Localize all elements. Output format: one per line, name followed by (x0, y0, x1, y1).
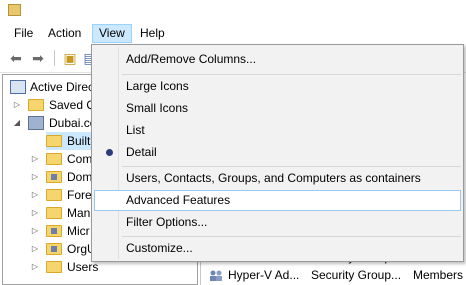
chevron-right-icon[interactable]: ▷ (30, 204, 40, 222)
chevron-right-icon[interactable]: ▷ (30, 186, 40, 204)
menu-item-label: Filter Options... (126, 215, 208, 229)
security-group-icon (210, 270, 222, 281)
menu-item-label: Small Icons (126, 101, 189, 115)
tree-item-label: Dom (67, 170, 93, 184)
tree-item-label: Built (67, 134, 91, 148)
menu-item-label: List (126, 123, 145, 137)
menu-item-label: Customize... (126, 241, 193, 255)
menu-item-label: Advanced Features (126, 193, 231, 207)
app-icon (8, 4, 21, 16)
chevron-down-icon[interactable]: ◢ (12, 114, 22, 132)
list-item[interactable]: Hyper-V Ad... Security Group... Members … (201, 266, 466, 285)
up-folder-icon[interactable]: ▣ (60, 48, 80, 68)
menu-item-filter-options[interactable]: Filter Options... (94, 212, 461, 233)
list-cell-description: Members of (413, 268, 466, 282)
menu-item-users-as-containers[interactable]: Users, Contacts, Groups, and Computers a… (94, 168, 461, 189)
view-menu-dropdown: Add/Remove Columns... Large Icons Small … (91, 44, 464, 262)
list-cell-type: Security Group... (311, 268, 402, 282)
folder-icon (46, 153, 62, 165)
ou-folder-icon (46, 243, 62, 255)
chevron-right-icon[interactable]: ▷ (30, 222, 40, 240)
menu-item-large-icons[interactable]: Large Icons (94, 76, 461, 97)
folder-icon (46, 189, 62, 201)
menu-item-list[interactable]: List (94, 120, 461, 141)
tree-item-label: Fore (67, 188, 92, 202)
title-bar (0, 0, 466, 22)
folder-icon (46, 261, 62, 273)
menu-item-customize[interactable]: Customize... (94, 238, 461, 259)
chevron-right-icon[interactable]: ▷ (30, 168, 40, 186)
menu-separator (122, 74, 461, 75)
menu-item-label: Add/Remove Columns... (126, 52, 257, 66)
chevron-right-icon[interactable]: ▷ (30, 240, 40, 258)
chevron-right-icon[interactable]: ▷ (30, 150, 40, 168)
forward-arrow-icon[interactable]: ➡ (28, 48, 48, 68)
menu-help[interactable]: Help (134, 24, 171, 43)
menu-view[interactable]: View (92, 24, 132, 43)
menu-file[interactable]: File (8, 24, 39, 43)
list-cell-name: Hyper-V Ad... (228, 268, 300, 282)
menu-separator (122, 236, 461, 237)
toolbar-separator (54, 50, 55, 66)
chevron-right-icon[interactable]: ▷ (12, 96, 22, 114)
tree-item-label: Com (67, 152, 93, 166)
tree-item-label: Man (67, 206, 91, 220)
ou-folder-icon (46, 225, 62, 237)
menu-separator (122, 166, 461, 167)
folder-icon (46, 135, 62, 147)
tree-item-label: Dubai.co (49, 116, 97, 130)
menu-item-label: Users, Contacts, Groups, and Computers a… (126, 171, 421, 185)
chevron-right-icon[interactable]: ▷ (30, 258, 40, 276)
back-arrow-icon[interactable]: ⬅ (6, 48, 26, 68)
menu-item-detail[interactable]: Detail (94, 142, 461, 163)
tree-item-label: Saved Q (49, 98, 96, 112)
menu-action[interactable]: Action (42, 24, 87, 43)
folder-icon (46, 207, 62, 219)
menu-item-small-icons[interactable]: Small Icons (94, 98, 461, 119)
menu-bar: File Action View Help (0, 22, 466, 44)
ou-folder-icon (46, 171, 62, 183)
tree-item-label: Micr (67, 224, 90, 238)
menu-item-label: Large Icons (126, 79, 189, 93)
folder-icon (28, 99, 44, 111)
menu-item-label: Detail (126, 145, 157, 159)
radio-selected-icon (106, 149, 113, 156)
active-directory-icon (10, 80, 26, 94)
domain-icon (28, 116, 44, 130)
menu-item-add-remove-columns[interactable]: Add/Remove Columns... (94, 49, 461, 70)
menu-item-advanced-features[interactable]: Advanced Features (94, 190, 461, 211)
